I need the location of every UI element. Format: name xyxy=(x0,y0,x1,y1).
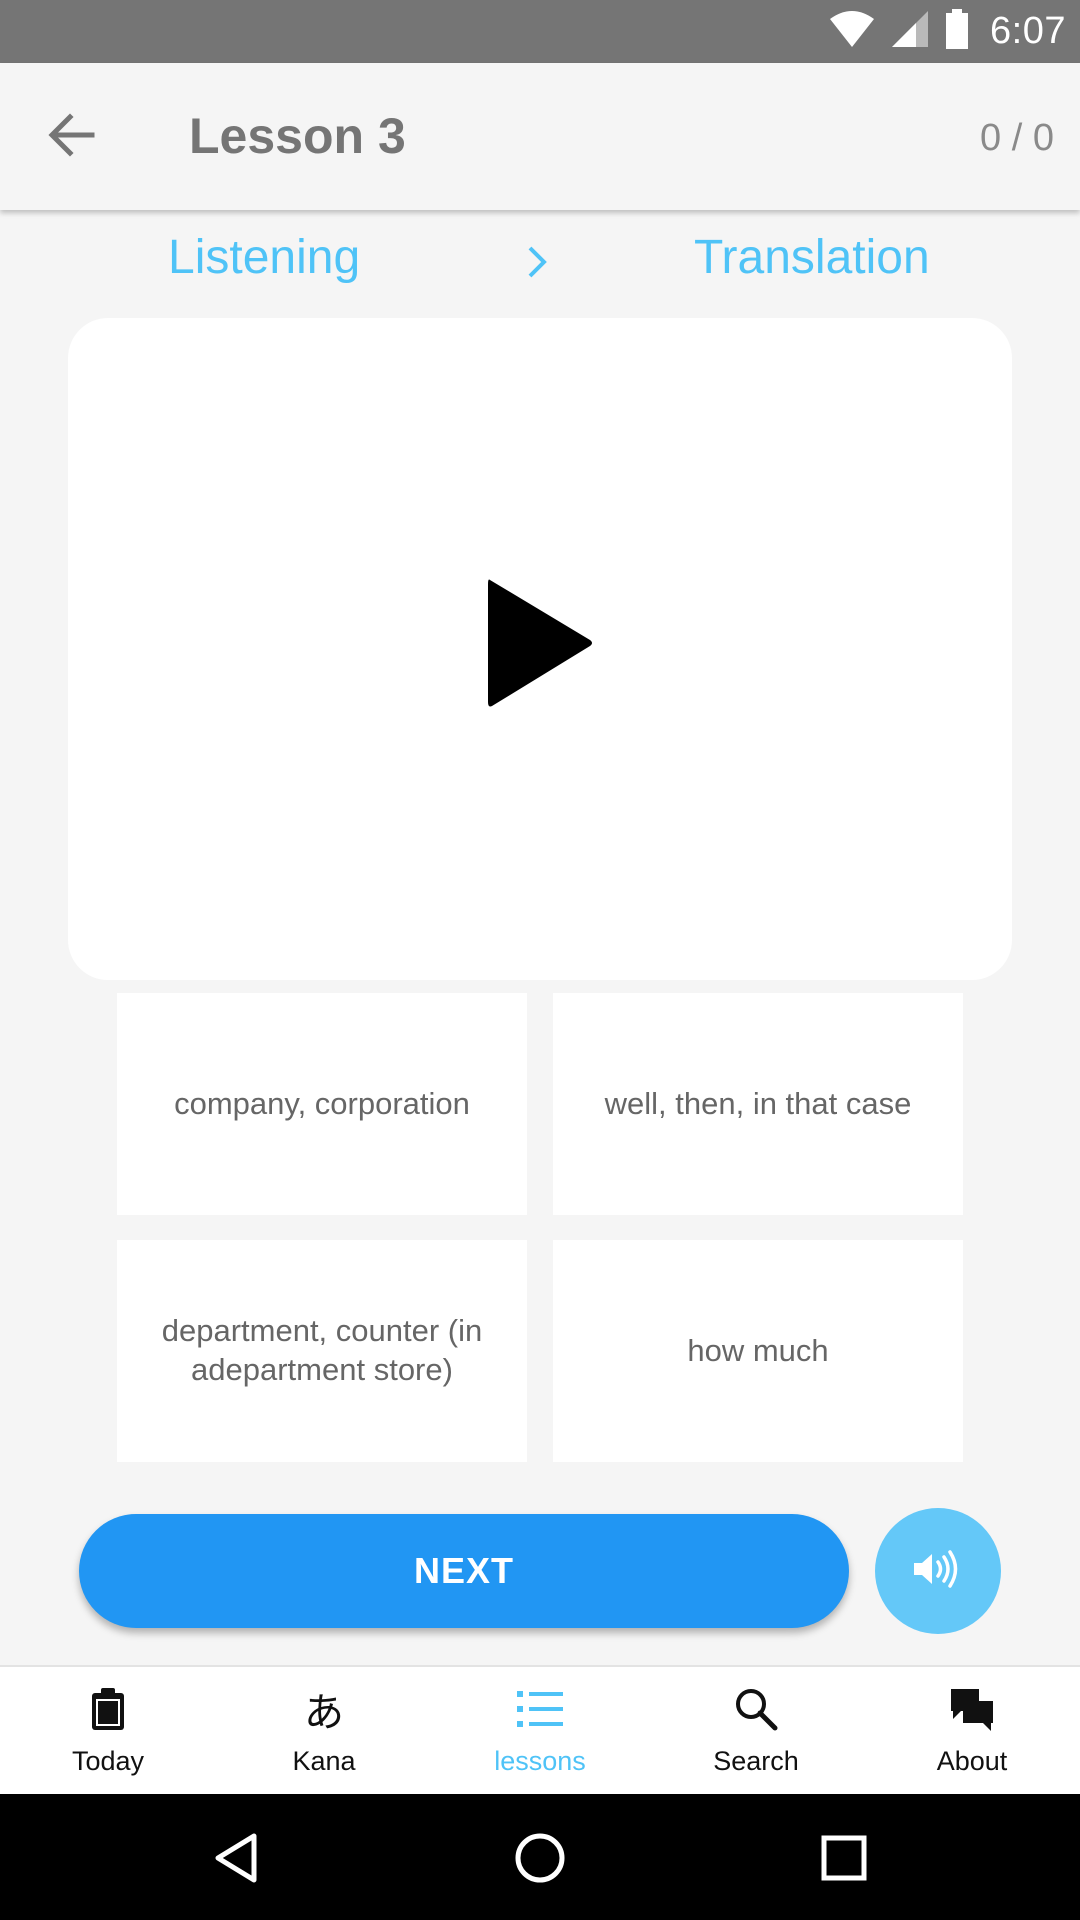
play-button[interactable] xyxy=(470,565,610,725)
nav-item-lessons[interactable]: lessons xyxy=(432,1667,648,1794)
nav-label: lessons xyxy=(494,1746,586,1776)
status-bar: 6:07 xyxy=(0,0,1080,63)
page-title: Lesson 3 xyxy=(189,108,406,164)
triangle-back-icon xyxy=(212,1832,260,1889)
audio-player-card xyxy=(68,318,1012,980)
system-home-button[interactable] xyxy=(512,1832,568,1888)
next-button[interactable]: NEXT xyxy=(79,1514,849,1628)
nav-item-about[interactable]: About xyxy=(864,1667,1080,1794)
square-recents-icon xyxy=(821,1835,867,1886)
answer-option[interactable]: well, then, in that case xyxy=(553,993,963,1215)
mode-switch: Listening Translation xyxy=(0,230,1080,300)
volume-icon xyxy=(912,1549,964,1594)
circle-home-icon xyxy=(514,1832,566,1889)
cell-signal-icon xyxy=(890,9,930,54)
nav-label: Search xyxy=(713,1746,799,1776)
hiragana-a-icon: あ xyxy=(304,1690,344,1736)
answer-option[interactable]: company, corporation xyxy=(117,993,527,1215)
status-icons: 6:07 xyxy=(828,0,1066,63)
bottom-navigation: Today あ Kana lessons Search About xyxy=(0,1665,1080,1794)
nav-label: Kana xyxy=(292,1746,356,1776)
answer-option[interactable]: how much xyxy=(553,1240,963,1462)
system-navigation-bar xyxy=(0,1794,1080,1920)
nav-item-kana[interactable]: あ Kana xyxy=(216,1667,432,1794)
status-time: 6:07 xyxy=(990,10,1066,52)
mode-translation[interactable]: Translation xyxy=(694,230,930,285)
nav-label: Today xyxy=(71,1746,145,1776)
clipboard-icon xyxy=(90,1681,126,1737)
nav-item-search[interactable]: Search xyxy=(648,1667,864,1794)
back-button[interactable] xyxy=(36,101,108,173)
play-icon xyxy=(484,576,596,715)
wifi-icon xyxy=(828,9,876,54)
system-recents-button[interactable] xyxy=(816,1832,872,1888)
app-bar: Lesson 3 0 / 0 xyxy=(0,63,1080,210)
audio-button[interactable] xyxy=(875,1508,1001,1634)
system-back-button[interactable] xyxy=(208,1832,264,1888)
list-icon xyxy=(517,1681,563,1737)
progress-counter: 0 / 0 xyxy=(980,117,1054,159)
chat-bubbles-icon xyxy=(949,1681,995,1737)
nav-label: About xyxy=(936,1746,1008,1776)
arrow-back-icon xyxy=(48,112,96,162)
answer-option[interactable]: department, counter (in adepartment stor… xyxy=(117,1240,527,1462)
battery-icon xyxy=(944,9,970,54)
chevron-right-icon xyxy=(524,244,552,285)
mode-listening[interactable]: Listening xyxy=(168,230,360,285)
nav-item-today[interactable]: Today xyxy=(0,1667,216,1794)
search-icon xyxy=(734,1681,778,1737)
